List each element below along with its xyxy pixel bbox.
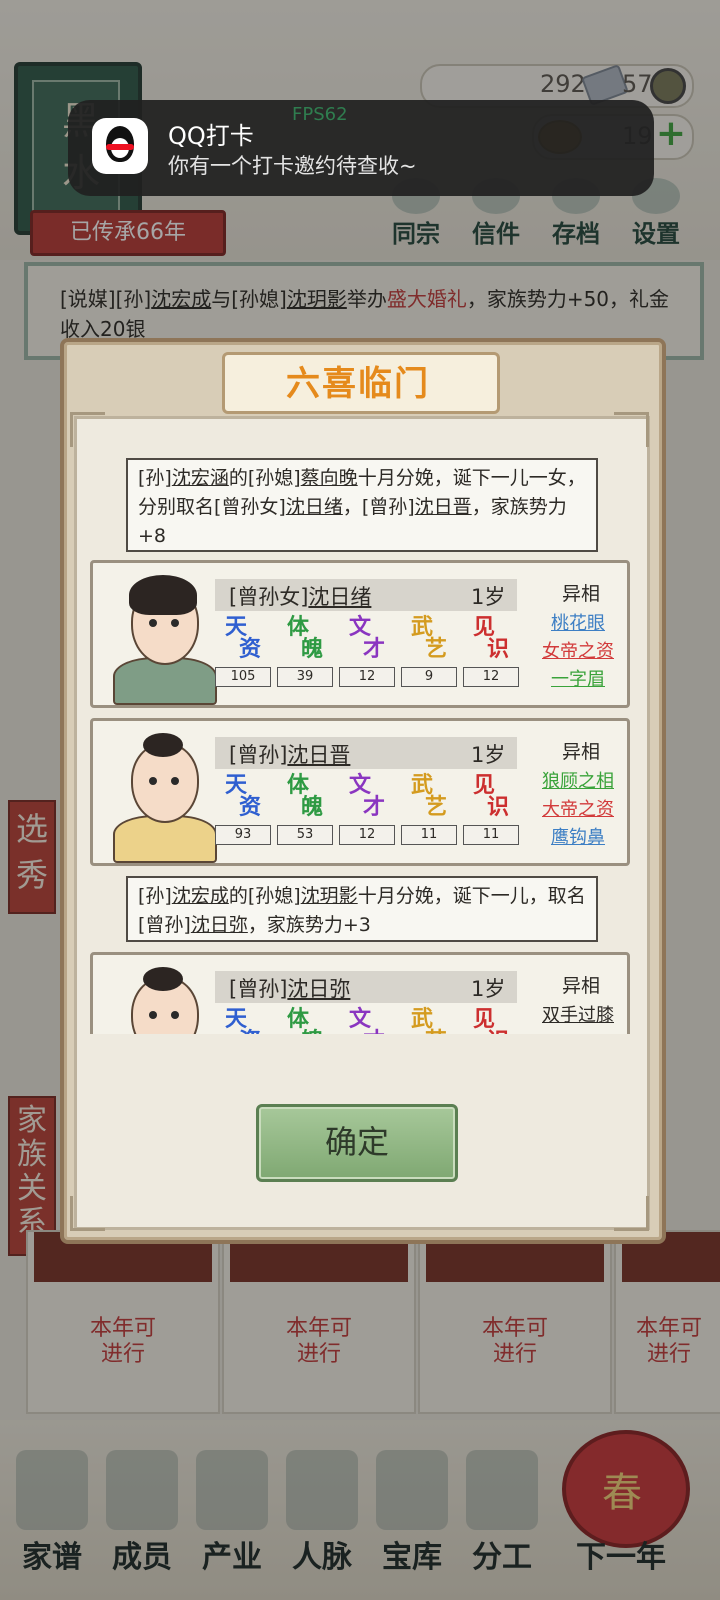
portrait-hair: [143, 733, 183, 757]
attr-talent-label: 天资: [225, 614, 262, 662]
person-link[interactable]: 沈宏成: [172, 885, 229, 907]
child-name: [曾孙女]沈日绪: [229, 585, 372, 609]
attr-literary-value: 12: [339, 667, 395, 687]
person-link[interactable]: 沈宏涵: [172, 467, 229, 489]
confirm-button[interactable]: 确定: [256, 1104, 458, 1182]
trait-link[interactable]: 狼顾之相: [523, 767, 630, 793]
person-link[interactable]: 沈日绪: [286, 496, 343, 518]
dialog-title: 六喜临门: [286, 364, 430, 404]
portrait-eye: [149, 619, 157, 627]
attr-talent-label: 天资: [225, 772, 262, 820]
corner-ornament: [70, 1196, 105, 1231]
attr-insight-label: 见识: [473, 772, 510, 820]
attr-insight-value: 11: [463, 825, 519, 845]
person-link[interactable]: 蔡向晚: [301, 467, 358, 489]
trait-link[interactable]: 大帝之资: [523, 795, 630, 821]
attr-insight-label: 见识: [473, 1006, 509, 1034]
corner-ornament: [614, 1196, 649, 1231]
dialog-scroll-list[interactable]: [孙]沈宏涵的[孙媳]蔡向晚十月分娩，诞下一儿一女，分别取名[曾孙女]沈日绪，[…: [90, 446, 630, 1034]
portrait-eye: [149, 777, 157, 785]
attr-physique-value: 53: [277, 825, 333, 845]
attr-literary-value: 12: [339, 825, 395, 845]
attr-literary-label: 文才: [349, 772, 386, 820]
attr-physique-label: 体魄: [287, 614, 324, 662]
attr-martial-value: 11: [401, 825, 457, 845]
child-name: [曾孙]沈日弥: [229, 977, 351, 1001]
trait-header: 异相: [561, 975, 600, 997]
trait-link[interactable]: 双手过膝: [523, 1001, 630, 1027]
attr-martial-label: 武艺: [411, 614, 448, 662]
person-link[interactable]: 沈日晋: [415, 496, 472, 518]
qq-penguin-icon: [92, 118, 148, 174]
notification-body: 你有一个打卡邀约待查收~: [168, 154, 417, 178]
attr-physique-label: 体魄: [287, 1006, 323, 1034]
person-link[interactable]: 沈玥影: [301, 885, 358, 907]
attr-talent-value: 105: [215, 667, 271, 687]
child-card[interactable]: [曾孙]沈日晋 1岁 天资 体魄 文才 武艺 见识 93 53 12 11 11…: [90, 718, 630, 866]
trait-link[interactable]: 桃花眼: [523, 609, 630, 635]
attr-literary-label: 文才: [349, 614, 386, 662]
child-card[interactable]: [曾孙女]沈日绪 1岁 天资 体魄 文才 武艺 见识 105 39 12 9 1…: [90, 560, 630, 708]
portrait-eye: [171, 619, 179, 627]
attr-insight-value: 12: [463, 667, 519, 687]
attr-physique-label: 体魄: [287, 772, 324, 820]
portrait-hair: [143, 967, 183, 991]
portrait-eye: [149, 1011, 157, 1019]
birth-event-text: [孙]沈宏成的[孙媳]沈玥影十月分娩，诞下一儿，取名[曾孙]沈日弥，家族势力+3: [126, 876, 598, 942]
attr-talent-label: 天资: [225, 1006, 261, 1034]
portrait-eye: [171, 777, 179, 785]
notification-title: QQ打卡: [168, 122, 254, 150]
child-card[interactable]: [曾孙]沈日弥 1岁 天资 体魄 文才 武艺 见识 异相 双手过膝: [90, 952, 630, 1034]
penguin-scarf: [106, 144, 134, 150]
trait-link[interactable]: 鹰钩鼻: [523, 823, 630, 849]
child-name: [曾孙]沈日晋: [229, 743, 351, 767]
attr-martial-value: 9: [401, 667, 457, 687]
child-portrait: [113, 961, 213, 1034]
trait-link[interactable]: 一字眉: [523, 665, 630, 691]
child-portrait: [113, 569, 217, 705]
child-age: 1岁: [471, 743, 506, 767]
attr-insight-label: 见识: [473, 614, 510, 662]
portrait-hair: [129, 575, 197, 615]
attr-physique-value: 39: [277, 667, 333, 687]
birth-event-text: [孙]沈宏涵的[孙媳]蔡向晚十月分娩，诞下一儿一女，分别取名[曾孙女]沈日绪，[…: [126, 458, 598, 552]
trait-link[interactable]: 女帝之资: [523, 637, 630, 663]
corner-ornament: [614, 412, 649, 447]
child-portrait: [113, 727, 217, 863]
attr-talent-value: 93: [215, 825, 271, 845]
attr-martial-label: 武艺: [411, 772, 448, 820]
fps-counter: FPS62: [292, 104, 348, 125]
child-age: 1岁: [471, 977, 506, 1001]
notification-banner[interactable]: [68, 100, 654, 196]
trait-header: 异相: [561, 583, 600, 605]
attr-martial-label: 武艺: [411, 1006, 447, 1034]
corner-ornament: [70, 412, 105, 447]
attr-literary-label: 文才: [349, 1006, 385, 1034]
trait-header: 异相: [561, 741, 600, 763]
portrait-eye: [171, 1011, 179, 1019]
child-age: 1岁: [471, 585, 506, 609]
person-link[interactable]: 沈日弥: [191, 914, 248, 936]
